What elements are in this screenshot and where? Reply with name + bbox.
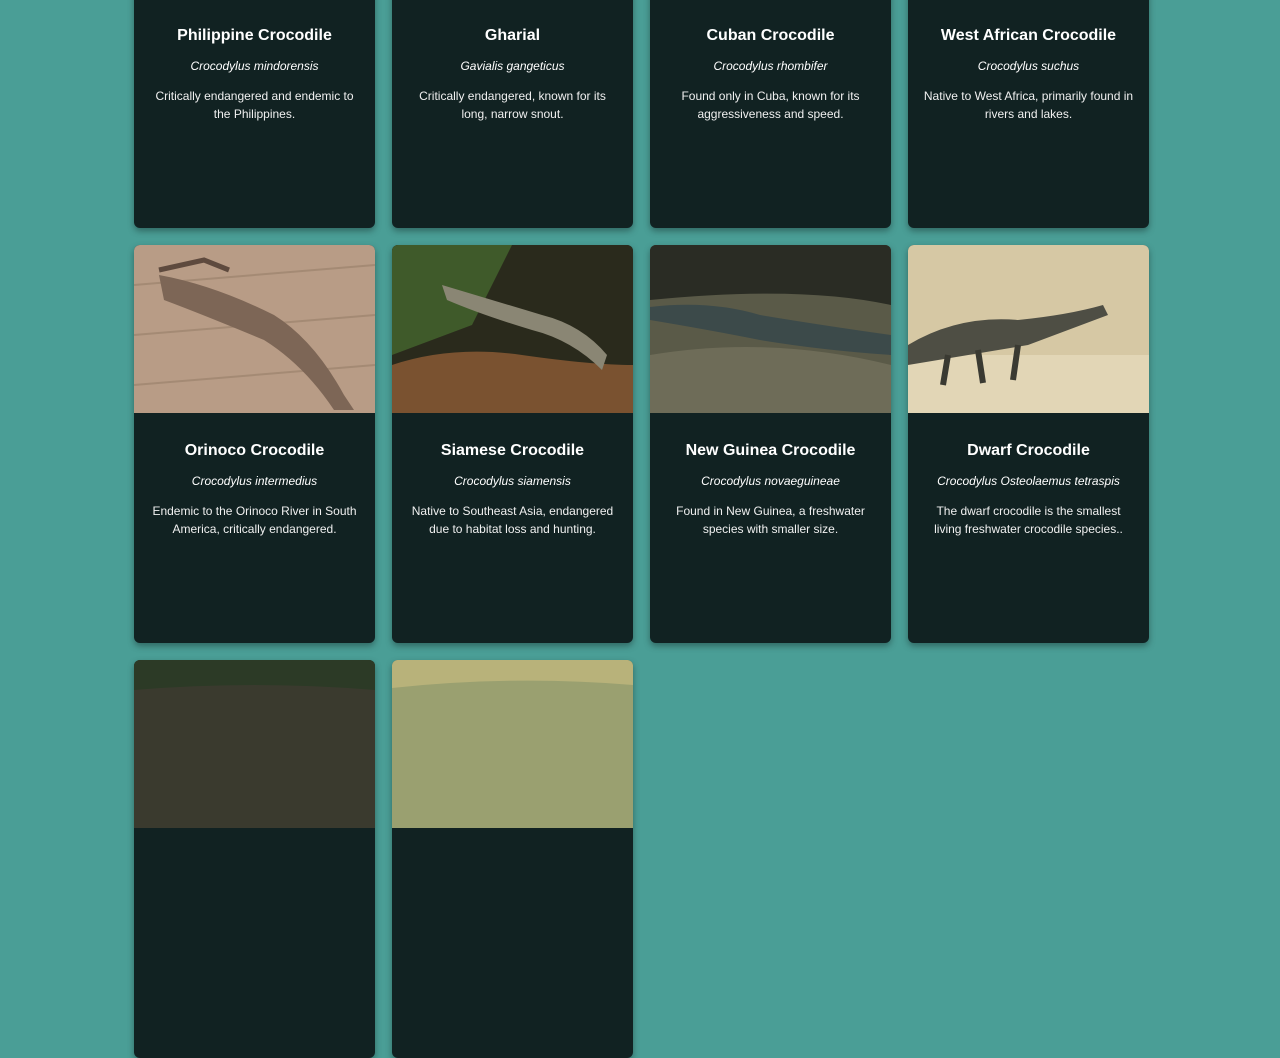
crocodile-photo (908, 245, 1149, 413)
crocodile-name: Dwarf Crocodile (967, 442, 1090, 459)
scientific-name: Crocodylus siamensis (454, 474, 571, 488)
crocodile-name: Siamese Crocodile (440, 442, 585, 459)
crocodile-card[interactable]: West African Crocodile Crocodylus suchus… (908, 0, 1149, 228)
crocodile-card[interactable]: Gharial Gavialis gangeticus Critically e… (392, 0, 633, 228)
crocodile-card[interactable]: Dwarf Crocodile Crocodylus Osteolaemus t… (908, 245, 1149, 643)
crocodile-description: Found in New Guinea, a freshwater specie… (676, 504, 865, 536)
crocodile-photo (392, 660, 633, 828)
scientific-name: Crocodylus mindorensis (190, 59, 319, 73)
crocodile-card-grid: Philippine Crocodile Crocodylus mindoren… (134, 0, 1149, 1058)
crocodile-description: Endemic to the Orinoco River in South Am… (152, 504, 357, 536)
crocodile-name: Orinoco Crocodile (184, 442, 325, 459)
scientific-name: Crocodylus Osteolaemus tetraspis (937, 474, 1120, 488)
crocodile-description: Found only in Cuba, known for its aggres… (681, 89, 860, 121)
crocodile-card[interactable] (134, 660, 375, 1058)
crocodile-card[interactable] (392, 660, 633, 1058)
scientific-name: Crocodylus intermedius (191, 474, 318, 488)
crocodile-description: Native to Southeast Asia, endangered due… (411, 504, 614, 536)
crocodile-card[interactable]: Orinoco Crocodile Crocodylus intermedius… (134, 245, 375, 643)
crocodile-description: Critically endangered and endemic to the… (155, 89, 354, 121)
crocodile-name: Cuban Crocodile (706, 27, 835, 44)
crocodile-photo (134, 660, 375, 828)
scientific-name: Gavialis gangeticus (460, 59, 565, 73)
crocodile-card[interactable]: New Guinea Crocodile Crocodylus novaegui… (650, 245, 891, 643)
crocodile-name: Gharial (484, 27, 541, 44)
crocodile-description: The dwarf crocodile is the smallest livi… (934, 504, 1123, 536)
crocodile-description: Critically endangered, known for its lon… (419, 89, 606, 121)
crocodile-photo (650, 245, 891, 413)
crocodile-photo (392, 245, 633, 413)
scientific-name: Crocodylus suchus (977, 59, 1080, 73)
crocodile-name: West African Crocodile (940, 27, 1117, 44)
crocodile-description: Native to West Africa, primarily found i… (923, 89, 1134, 121)
crocodile-name: Philippine Crocodile (177, 27, 332, 44)
crocodile-card[interactable]: Cuban Crocodile Crocodylus rhombifer Fou… (650, 0, 891, 228)
scientific-name: Crocodylus rhombifer (713, 59, 828, 73)
crocodile-card[interactable]: Siamese Crocodile Crocodylus siamensis N… (392, 245, 633, 643)
scientific-name: Crocodylus novaeguineae (701, 474, 840, 488)
crocodile-card[interactable]: Philippine Crocodile Crocodylus mindoren… (134, 0, 375, 228)
crocodile-photo (134, 245, 375, 413)
crocodile-name: New Guinea Crocodile (685, 442, 856, 459)
